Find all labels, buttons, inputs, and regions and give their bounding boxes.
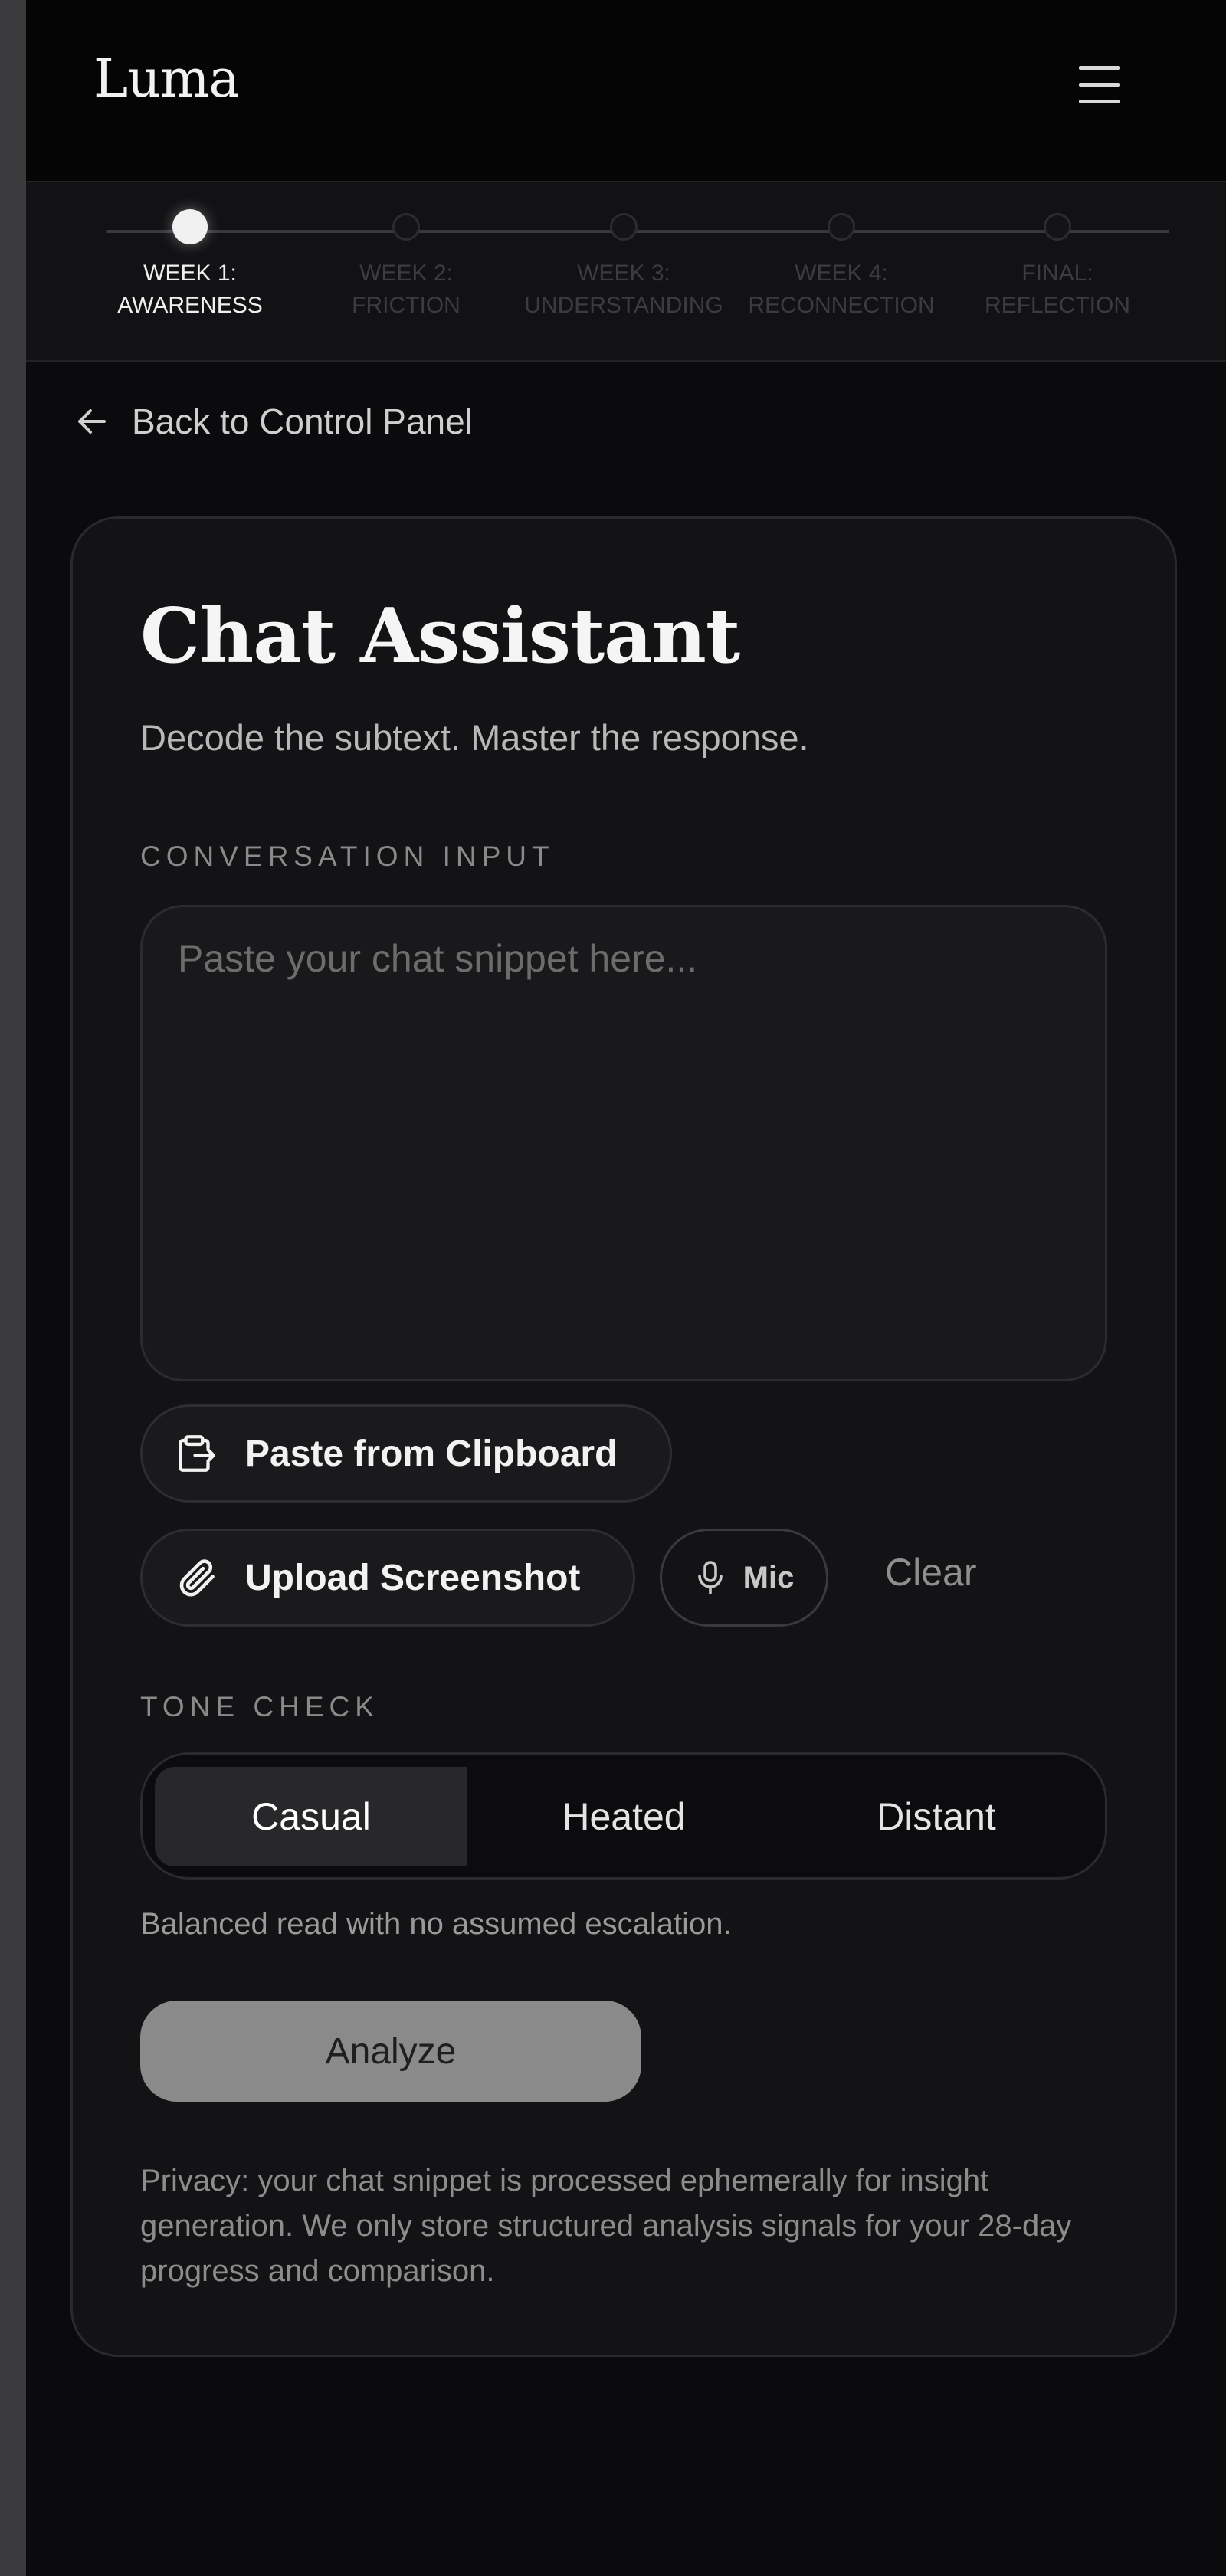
step-week-4[interactable]: WEEK 4: RECONNECTION: [719, 213, 964, 322]
step-label: FRICTION: [352, 293, 461, 318]
step-label: WEEK 1:: [143, 261, 237, 286]
paste-from-clipboard-button[interactable]: Paste from Clipboard: [140, 1404, 672, 1503]
clipboard-icon: [179, 1435, 215, 1472]
conversation-input-label: CONVERSATION INPUT: [140, 841, 555, 872]
step-dot: [828, 213, 855, 241]
arrow-left-icon: [78, 409, 106, 434]
step-label: WEEK 2:: [359, 261, 453, 286]
tone-selector: Casual Heated Distant: [140, 1752, 1107, 1880]
left-window-edge: [0, 0, 26, 2576]
paste-button-label: Paste from Clipboard: [245, 1433, 618, 1474]
app-logo[interactable]: Luma: [93, 49, 240, 110]
paperclip-icon: [179, 1559, 215, 1597]
privacy-note: Privacy: your chat snippet is processed …: [140, 2164, 1072, 2288]
chat-snippet-input[interactable]: [140, 905, 1107, 1381]
week-progress-stepper: WEEK 1: AWARENESS WEEK 2: FRICTION WEEK …: [26, 182, 1226, 362]
page-subtitle: Decode the subtext. Master the response.: [140, 717, 809, 758]
step-dot-active: [172, 209, 208, 244]
back-to-control-panel-link[interactable]: Back to Control Panel: [74, 391, 473, 452]
chat-assistant-card: Chat Assistant Decode the subtext. Maste…: [70, 516, 1177, 2357]
upload-screenshot-button[interactable]: Upload Screenshot: [140, 1529, 635, 1627]
hamburger-menu-icon[interactable]: [1076, 64, 1125, 107]
back-link-label: Back to Control Panel: [132, 401, 473, 441]
step-dot: [1044, 213, 1071, 241]
step-final[interactable]: FINAL: REFLECTION: [935, 213, 1180, 322]
app-root: Luma WEEK 1: AWARENESS WEEK 2: FRICTION …: [26, 0, 1226, 2576]
step-label: WEEK 3:: [577, 261, 670, 286]
page-title: Chat Assistant: [140, 592, 740, 680]
tone-option-heated[interactable]: Heated: [467, 1767, 780, 1866]
step-week-2[interactable]: WEEK 2: FRICTION: [284, 213, 529, 322]
step-week-3[interactable]: WEEK 3: UNDERSTANDING: [501, 213, 746, 322]
step-dot: [392, 213, 420, 241]
tone-option-casual[interactable]: Casual: [155, 1767, 467, 1866]
analyze-button[interactable]: Analyze: [140, 2001, 641, 2102]
step-label: REFLECTION: [984, 293, 1131, 318]
tone-check-label: TONE CHECK: [140, 1691, 379, 1722]
mic-button[interactable]: Mic: [660, 1529, 828, 1627]
mic-button-label: Mic: [742, 1560, 795, 1594]
step-week-1[interactable]: WEEK 1: AWARENESS: [67, 209, 313, 322]
tone-option-distant[interactable]: Distant: [780, 1767, 1093, 1866]
clear-button[interactable]: Clear: [885, 1550, 976, 1594]
tone-description: Balanced read with no assumed escalation…: [140, 1907, 732, 1941]
step-label: RECONNECTION: [748, 293, 935, 318]
microphone-icon: [697, 1561, 723, 1594]
top-bar: Luma: [26, 0, 1226, 182]
step-dot: [610, 213, 638, 241]
step-label: WEEK 4:: [795, 261, 888, 286]
step-label: UNDERSTANDING: [524, 293, 723, 318]
step-label: AWARENESS: [117, 293, 263, 318]
upload-button-label: Upload Screenshot: [245, 1557, 581, 1598]
step-label: FINAL:: [1021, 261, 1093, 286]
